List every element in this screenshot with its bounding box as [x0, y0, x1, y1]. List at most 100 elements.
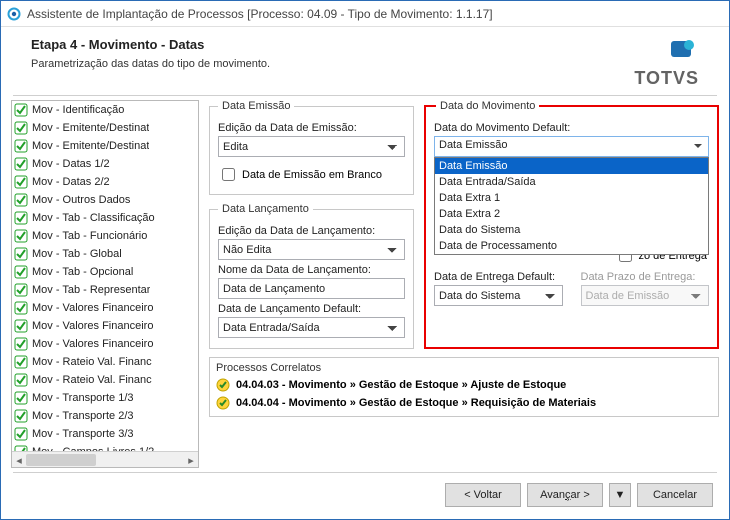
next-button[interactable]: Avançar > — [527, 483, 603, 507]
tree-item-label: Mov - Datas 2/2 — [32, 176, 110, 188]
tree-item[interactable]: Mov - Tab - Representar — [12, 281, 198, 299]
tree-item-label: Mov - Tab - Opcional — [32, 266, 133, 278]
emissao-edicao-label: Edição da Data de Emissão: — [218, 122, 405, 134]
tree-item-label: Mov - Tab - Classificação — [32, 212, 155, 224]
check-icon — [14, 121, 28, 135]
entrega-default-select[interactable]: Data do Sistema — [434, 285, 563, 306]
group-correlatos: Processos Correlatos 04.04.03 - Moviment… — [209, 357, 719, 417]
tree-item[interactable]: Mov - Valores Financeiro — [12, 335, 198, 353]
combo-option[interactable]: Data de Processamento — [435, 238, 708, 254]
step-subtitle: Parametrização das datas do tipo de movi… — [31, 58, 634, 70]
combo-option[interactable]: Data do Sistema — [435, 222, 708, 238]
check-icon — [14, 283, 28, 297]
emissao-edicao-select[interactable]: Edita — [218, 136, 405, 157]
group-movimento-legend: Data do Movimento — [436, 100, 539, 112]
combo-option[interactable]: Data Emissão — [435, 158, 708, 174]
app-icon — [7, 7, 21, 21]
tree-item-label: Mov - Datas 1/2 — [32, 158, 110, 170]
check-icon — [14, 139, 28, 153]
correlatos-list[interactable]: 04.04.03 - Movimento » Gestão de Estoque… — [210, 376, 718, 416]
tree-item-label: Mov - Tab - Funcionário — [32, 230, 147, 242]
tree-item-label: Mov - Rateio Val. Financ — [32, 374, 152, 386]
cancel-button[interactable]: Cancelar — [637, 483, 713, 507]
tree-item-label: Mov - Outros Dados — [32, 194, 130, 206]
lancamento-default-select[interactable]: Data Entrada/Saída — [218, 317, 405, 338]
tree-item[interactable]: Mov - Tab - Classificação — [12, 209, 198, 227]
correlato-text: 04.04.03 - Movimento » Gestão de Estoque… — [236, 379, 566, 391]
scroll-thumb[interactable] — [26, 454, 96, 466]
lancamento-nome-label: Nome da Data de Lançamento: — [218, 264, 405, 276]
tree-item-label: Mov - Valores Financeiro — [32, 320, 153, 332]
tree-item-label: Mov - Emitente/Destinat — [32, 140, 149, 152]
group-emissao: Data Emissão Edição da Data de Emissão: … — [209, 100, 414, 195]
lancamento-edicao-select[interactable]: Não Edita — [218, 239, 405, 260]
combo-option[interactable]: Data Extra 2 — [435, 206, 708, 222]
next-menu-button[interactable]: ▼ — [609, 483, 631, 507]
check-icon — [14, 355, 28, 369]
tree-item[interactable]: Mov - Rateio Val. Financ — [12, 353, 198, 371]
tree-item[interactable]: Mov - Tab - Opcional — [12, 263, 198, 281]
brand-logo: TOTVS — [634, 37, 699, 89]
check-icon — [14, 427, 28, 441]
tree-item[interactable]: Mov - Tab - Funcionário — [12, 227, 198, 245]
scroll-right-icon[interactable]: ▸ — [184, 452, 198, 468]
tree-item[interactable]: Mov - Valores Financeiro — [12, 299, 198, 317]
lancamento-nome-input[interactable] — [218, 278, 405, 299]
check-icon — [14, 373, 28, 387]
tree-item[interactable]: Mov - Rateio Val. Financ — [12, 371, 198, 389]
tree-item-label: Mov - Transporte 3/3 — [32, 428, 134, 440]
lancamento-default-label: Data de Lançamento Default: — [218, 303, 405, 315]
scroll-left-icon[interactable]: ◂ — [12, 452, 26, 468]
movimento-default-value[interactable]: Data Emissão — [434, 136, 709, 157]
tree-item[interactable]: Mov - Identificação — [12, 101, 198, 119]
tree-item[interactable]: Mov - Transporte 3/3 — [12, 425, 198, 443]
combo-option[interactable]: Data Entrada/Saída — [435, 174, 708, 190]
horizontal-scrollbar[interactable]: ◂ ▸ — [12, 451, 198, 467]
tree-item-label: Mov - Valores Financeiro — [32, 338, 153, 350]
tree-item[interactable]: Mov - Outros Dados — [12, 191, 198, 209]
movimento-default-combo[interactable]: Data Emissão Data EmissãoData Entrada/Sa… — [434, 136, 709, 157]
check-icon — [14, 409, 28, 423]
prazo-entrega-label: Data Prazo de Entrega: — [581, 271, 710, 283]
tree-item-label: Mov - Emitente/Destinat — [32, 122, 149, 134]
prazo-entrega-select: Data de Emissão — [581, 285, 710, 306]
tree-item-label: Mov - Identificação — [32, 104, 124, 116]
check-icon — [14, 265, 28, 279]
tree-item[interactable]: Mov - Emitente/Destinat — [12, 137, 198, 155]
brand-text: TOTVS — [634, 68, 699, 89]
wizard-header: Etapa 4 - Movimento - Datas Parametrizaç… — [1, 27, 729, 95]
check-icon — [14, 157, 28, 171]
tree-item[interactable]: Mov - Datas 1/2 — [12, 155, 198, 173]
check-icon — [14, 103, 28, 117]
check-icon — [14, 211, 28, 225]
tree-item-label: Mov - Transporte 1/3 — [32, 392, 134, 404]
tree-item[interactable]: Mov - Emitente/Destinat — [12, 119, 198, 137]
tree-item-label: Mov - Valores Financeiro — [32, 302, 153, 314]
emissao-em-branco-checkbox[interactable] — [222, 168, 235, 181]
back-button[interactable]: < Voltar — [445, 483, 521, 507]
movimento-default-label: Data do Movimento Default: — [434, 122, 709, 134]
tree-item[interactable]: Mov - Datas 2/2 — [12, 173, 198, 191]
title-bar: Assistente de Implantação de Processos [… — [1, 1, 729, 27]
emissao-em-branco-label: Data de Emissão em Branco — [242, 169, 382, 181]
tree-item[interactable]: Mov - Tab - Global — [12, 245, 198, 263]
app-window: Assistente de Implantação de Processos [… — [0, 0, 730, 520]
tree-item[interactable]: Mov - Transporte 1/3 — [12, 389, 198, 407]
check-icon — [14, 337, 28, 351]
movimento-default-dropdown[interactable]: Data EmissãoData Entrada/SaídaData Extra… — [434, 157, 709, 255]
tree-item[interactable]: Mov - Campos Livres 1/2 — [12, 443, 198, 451]
process-icon — [216, 378, 230, 392]
correlatos-title: Processos Correlatos — [210, 358, 718, 376]
check-icon — [14, 301, 28, 315]
correlato-item[interactable]: 04.04.04 - Movimento » Gestão de Estoque… — [210, 394, 718, 412]
tree-item-label: Mov - Rateio Val. Financ — [32, 356, 152, 368]
step-tree-scroll[interactable]: Mov - Identificação Mov - Emitente/Destin… — [12, 101, 198, 451]
check-icon — [14, 247, 28, 261]
tree-item[interactable]: Mov - Transporte 2/3 — [12, 407, 198, 425]
window-title: Assistente de Implantação de Processos [… — [27, 7, 493, 21]
correlato-item[interactable]: 04.04.03 - Movimento » Gestão de Estoque… — [210, 376, 718, 394]
tree-item-label: Mov - Transporte 2/3 — [32, 410, 134, 422]
combo-option[interactable]: Data Extra 1 — [435, 190, 708, 206]
check-icon — [14, 175, 28, 189]
tree-item[interactable]: Mov - Valores Financeiro — [12, 317, 198, 335]
